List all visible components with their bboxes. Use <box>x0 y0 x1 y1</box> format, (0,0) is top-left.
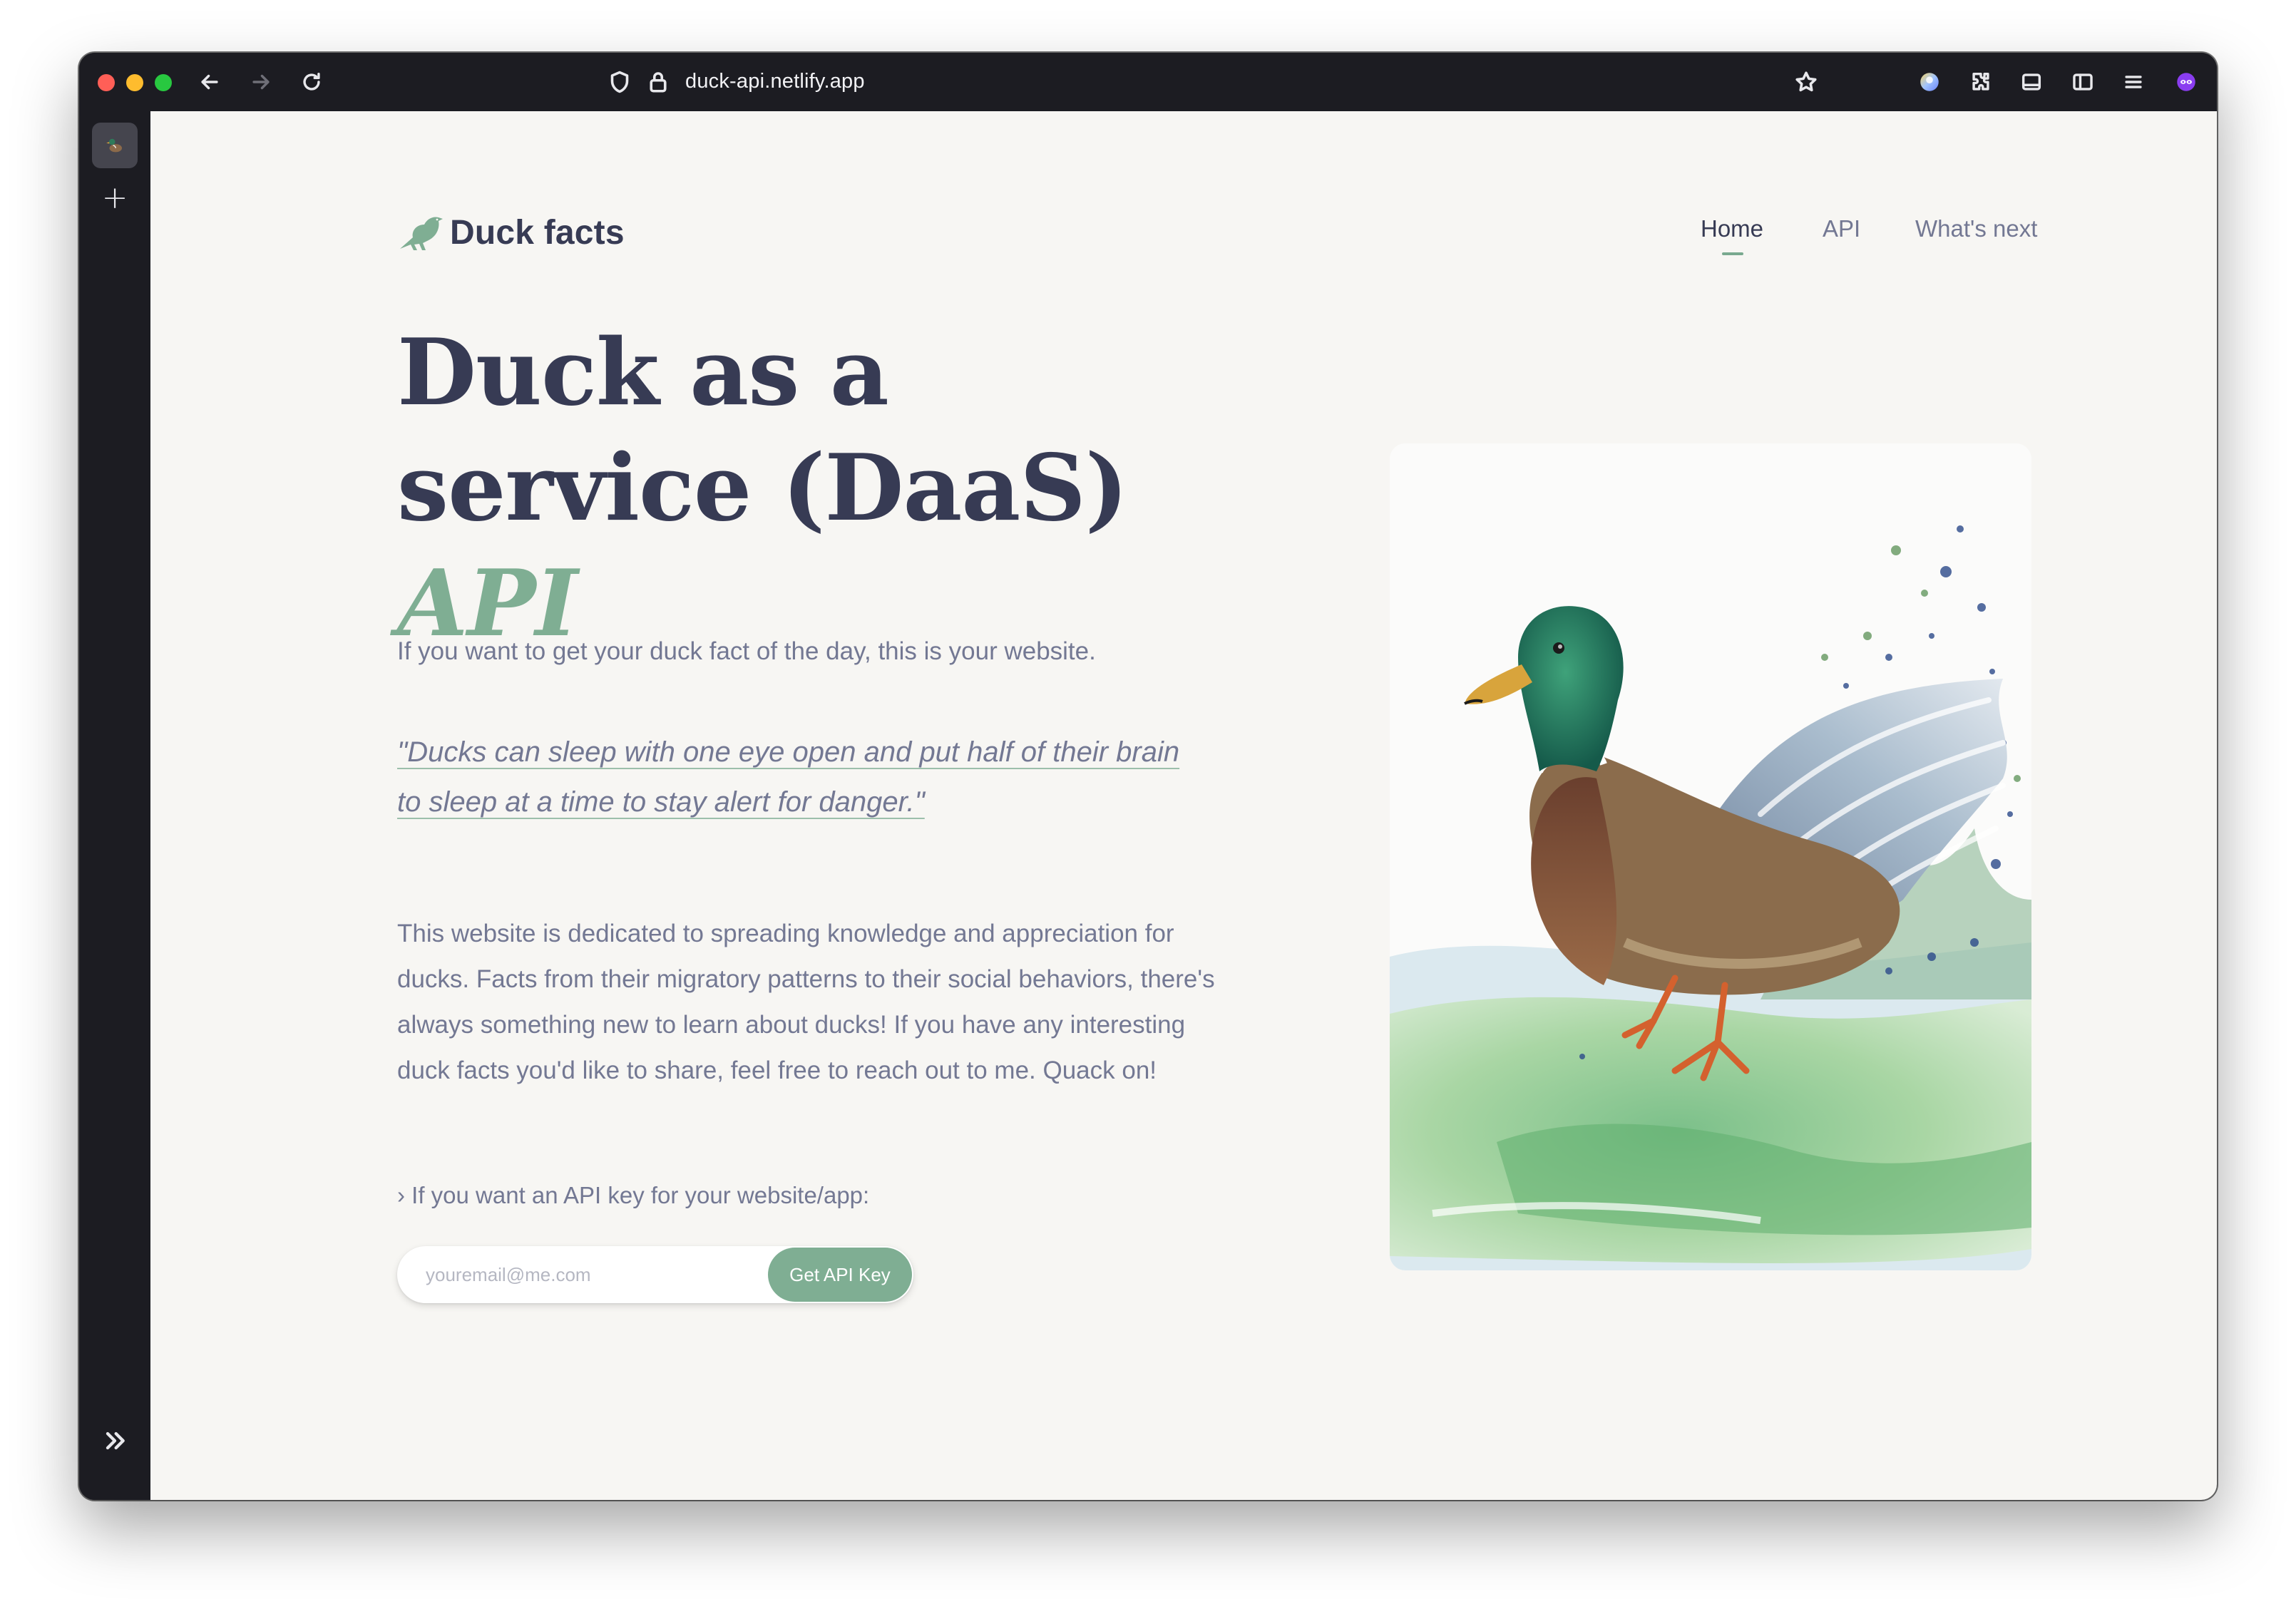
nav-api[interactable]: API <box>1823 215 1860 242</box>
private-mask-icon[interactable] <box>2171 67 2201 97</box>
nav-whats-next[interactable]: What's next <box>1915 215 2037 242</box>
browser-toolbar: duck-api.netlify.app <box>79 53 2217 111</box>
page-viewport: Duck facts Home API What's next Duck as … <box>150 111 2217 1500</box>
minimize-window-button[interactable] <box>126 74 143 91</box>
duck-fact-quote-link[interactable]: "Ducks can sleep with one eye open and p… <box>397 727 1210 827</box>
extensions-puzzle-icon[interactable] <box>1966 67 1996 97</box>
new-tab-plus-icon[interactable]: + <box>99 182 130 214</box>
page-title: Duck as a service (DaaS) API <box>397 315 1253 662</box>
lead-text: If you want to get your duck fact of the… <box>397 637 1096 665</box>
profile-avatar-icon[interactable] <box>1915 67 1944 97</box>
expand-sidebar-icon[interactable] <box>101 1426 129 1455</box>
title-main: Duck as a service (DaaS) <box>397 319 1128 542</box>
get-api-key-button[interactable]: Get API Key <box>768 1248 912 1302</box>
api-key-prompt-text: If you want an API key for your website/… <box>411 1182 870 1208</box>
forward-icon[interactable] <box>246 67 276 97</box>
address-bar[interactable]: duck-api.netlify.app <box>518 61 1826 103</box>
tab-duck-facts[interactable] <box>92 123 138 168</box>
api-key-prompt: › If you want an API key for your websit… <box>397 1182 869 1209</box>
duck-favicon-icon <box>106 138 122 153</box>
bird-icon <box>400 217 443 250</box>
chevron-right-icon: › <box>397 1182 405 1208</box>
bookmark-star-icon[interactable] <box>1793 69 1819 95</box>
email-input[interactable] <box>426 1259 754 1290</box>
nav-active-indicator <box>1722 252 1743 255</box>
brand-name: Duck facts <box>450 213 625 252</box>
description-text: This website is dedicated to spreading k… <box>397 920 1215 1084</box>
menu-icon[interactable] <box>2118 67 2148 97</box>
tracking-protection-shield-icon[interactable] <box>607 69 632 95</box>
close-window-button[interactable] <box>98 74 115 91</box>
reader-view-icon[interactable] <box>2016 67 2046 97</box>
mallard-duck-watercolor-image <box>1390 443 2031 1270</box>
sidebar-toggle-icon[interactable] <box>2068 67 2098 97</box>
back-icon[interactable] <box>195 67 225 97</box>
lock-icon[interactable] <box>645 69 671 95</box>
api-key-form: Get API Key <box>397 1246 913 1303</box>
zoom-window-button[interactable] <box>155 74 172 91</box>
vertical-tabs-sidebar: + <box>79 111 150 1500</box>
nav-home[interactable]: Home <box>1701 215 1763 242</box>
reload-icon[interactable] <box>297 67 327 97</box>
url-text[interactable]: duck-api.netlify.app <box>685 70 865 93</box>
browser-window: duck-api.netlify.app + Duck facts Home A… <box>79 53 2217 1500</box>
brand-logo[interactable]: Duck facts <box>397 211 625 254</box>
